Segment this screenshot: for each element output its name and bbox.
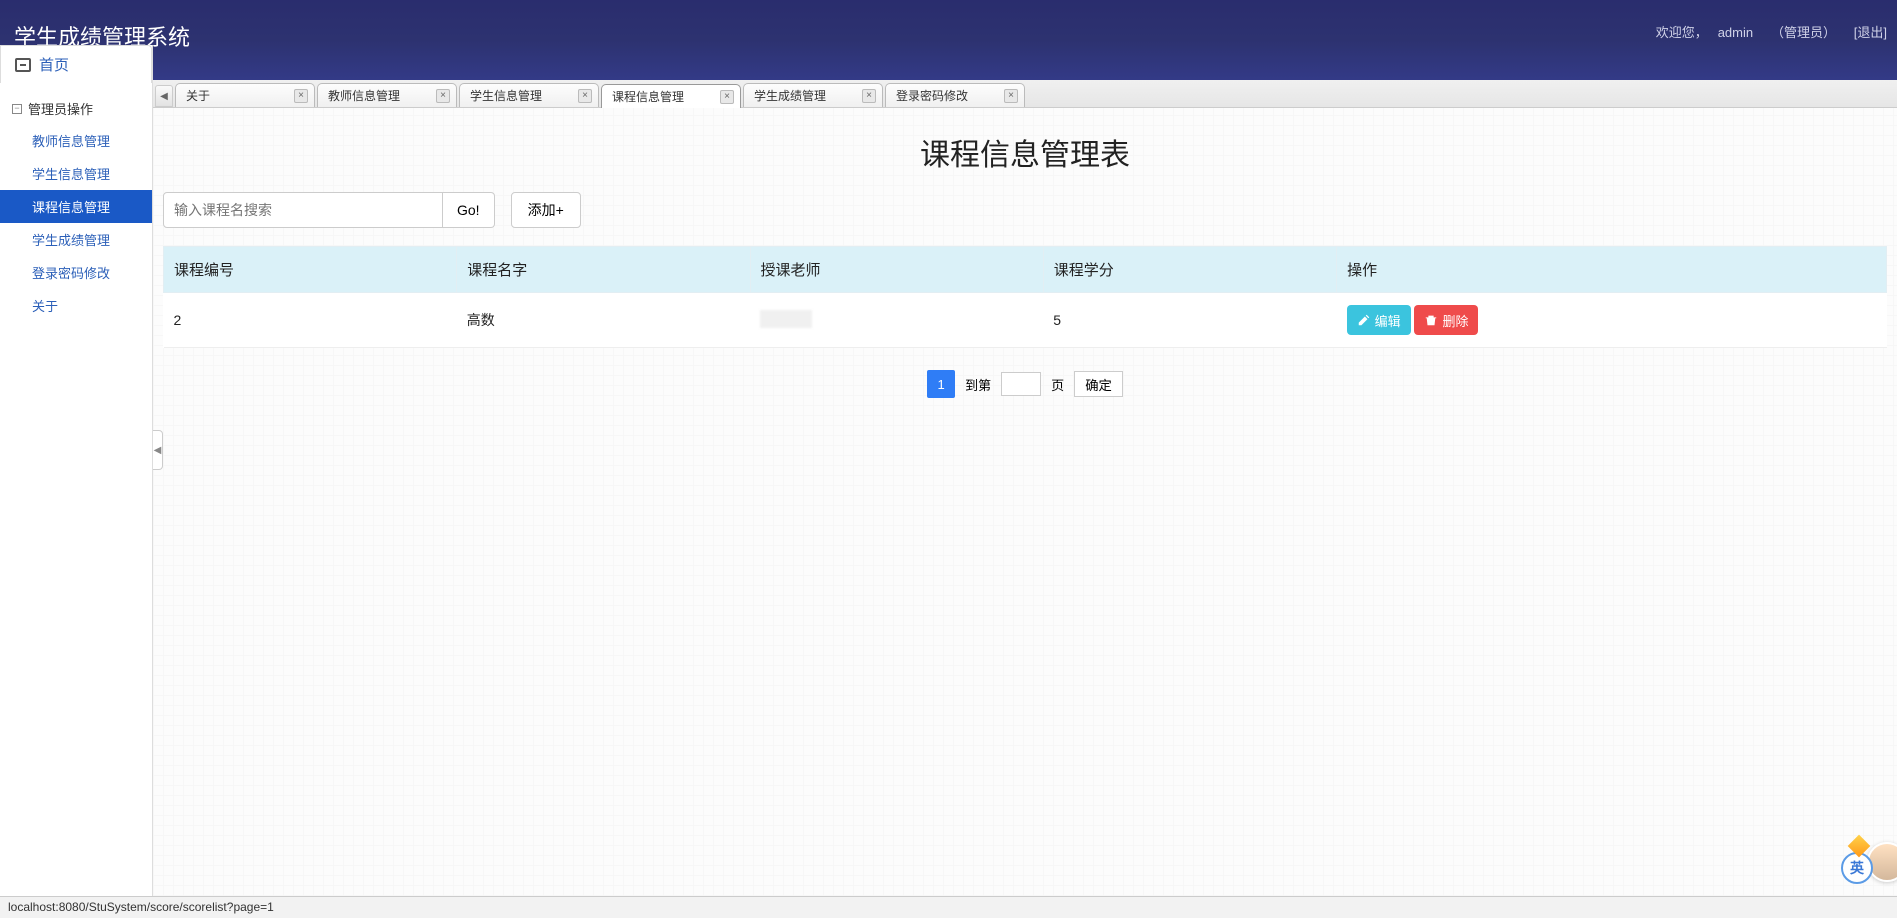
tab-scroll-left[interactable]: ◀ [155, 85, 173, 107]
home-tab-label: 首页 [39, 54, 69, 75]
sidebar-collapse-handle[interactable]: ◀ [153, 430, 163, 470]
tab[interactable]: 课程信息管理 × [601, 84, 741, 108]
sidebar-item[interactable]: 登录密码修改 [0, 256, 152, 289]
status-bar: localhost:8080/StuSystem/score/scorelist… [0, 896, 1897, 918]
trash-icon [1424, 313, 1438, 327]
add-button[interactable]: 添加+ [511, 192, 581, 228]
tab-label: 登录密码修改 [896, 87, 968, 104]
tab-label: 学生成绩管理 [754, 87, 826, 104]
toolbar: Go! 添加+ [163, 192, 1887, 228]
goto-suffix: 页 [1051, 375, 1064, 394]
close-icon[interactable]: × [1004, 89, 1018, 103]
goto-page-input[interactable] [1001, 372, 1041, 396]
tab-label: 教师信息管理 [328, 87, 400, 104]
search-group: Go! [163, 192, 495, 228]
tab[interactable]: 登录密码修改 × [885, 83, 1025, 107]
column-header: 授课老师 [750, 247, 1043, 293]
user-info: 欢迎您， admin （管理员） [退出] [1646, 22, 1887, 41]
goto-prefix: 到第 [965, 375, 991, 394]
home-icon [15, 58, 31, 72]
ime-indicator[interactable]: 英 [1841, 852, 1873, 884]
edit-icon [1357, 313, 1371, 327]
user-role: （管理员） [1771, 25, 1836, 40]
close-icon[interactable]: × [720, 90, 734, 104]
sidebar-item[interactable]: 教师信息管理 [0, 124, 152, 157]
column-header: 操作 [1337, 247, 1887, 293]
table-cell [750, 293, 1043, 348]
search-button[interactable]: Go! [443, 192, 495, 228]
tab[interactable]: 关于 × [175, 83, 315, 107]
sidebar-group: − 管理员操作 教师信息管理学生信息管理课程信息管理学生成绩管理登录密码修改关于 [0, 83, 152, 332]
sidebar: 首页 − 管理员操作 教师信息管理学生信息管理课程信息管理学生成绩管理登录密码修… [0, 45, 153, 896]
close-icon[interactable]: × [294, 89, 308, 103]
search-input[interactable] [163, 192, 443, 228]
logout-link[interactable]: [退出] [1854, 25, 1887, 40]
table-cell: 高数 [457, 293, 750, 348]
sidebar-item[interactable]: 关于 [0, 289, 152, 322]
table-cell: 2 [164, 293, 457, 348]
sidebar-item[interactable]: 学生成绩管理 [0, 223, 152, 256]
sidebar-item[interactable]: 学生信息管理 [0, 157, 152, 190]
tab-label: 关于 [186, 87, 210, 104]
column-header: 课程名字 [457, 247, 750, 293]
column-header: 课程编号 [164, 247, 457, 293]
app-header: 学生成绩管理系统 欢迎您， admin （管理员） [退出] [0, 0, 1897, 80]
tab-label: 课程信息管理 [612, 88, 684, 105]
course-table: 课程编号课程名字授课老师课程学分操作 2高数5编辑 删除 [163, 246, 1887, 348]
close-icon[interactable]: × [862, 89, 876, 103]
content-area: ◀ 关于 × 教师信息管理 × 学生信息管理 × 课程信息管理 × 学生成绩管理 × 登录密码修改 ×… [153, 80, 1897, 896]
table-row: 2高数5编辑 删除 [164, 293, 1887, 348]
group-title-label: 管理员操作 [28, 99, 93, 118]
table-cell: 5 [1043, 293, 1336, 348]
edit-button[interactable]: 编辑 [1347, 305, 1411, 335]
page-title: 课程信息管理表 [163, 130, 1887, 174]
tab[interactable]: 学生成绩管理 × [743, 83, 883, 107]
collapse-icon: − [12, 104, 22, 114]
page-content: 课程信息管理表 Go! 添加+ 课程编号课程名字授课老师课程学分操作 2高数 5编… [153, 108, 1897, 896]
pagination: 1 到第 页 确定 [163, 370, 1887, 398]
username: admin [1718, 25, 1753, 40]
goto-ok-button[interactable]: 确定 [1074, 371, 1123, 397]
column-header: 课程学分 [1043, 247, 1336, 293]
app-title: 学生成绩管理系统 [0, 0, 1897, 72]
sidebar-group-title[interactable]: − 管理员操作 [0, 93, 152, 124]
delete-button[interactable]: 删除 [1414, 305, 1478, 335]
tab[interactable]: 学生信息管理 × [459, 83, 599, 107]
actions-cell: 编辑 删除 [1337, 293, 1887, 348]
tab[interactable]: 教师信息管理 × [317, 83, 457, 107]
welcome-text: 欢迎您， [1656, 25, 1708, 40]
close-icon[interactable]: × [578, 89, 592, 103]
home-tab[interactable]: 首页 [0, 45, 152, 83]
tab-bar: ◀ 关于 × 教师信息管理 × 学生信息管理 × 课程信息管理 × 学生成绩管理 × 登录密码修改 × [153, 80, 1897, 108]
tab-label: 学生信息管理 [470, 87, 542, 104]
teacher-cell-redacted [760, 310, 812, 328]
sidebar-item[interactable]: 课程信息管理 [0, 190, 152, 223]
page-number-current[interactable]: 1 [927, 370, 955, 398]
close-icon[interactable]: × [436, 89, 450, 103]
